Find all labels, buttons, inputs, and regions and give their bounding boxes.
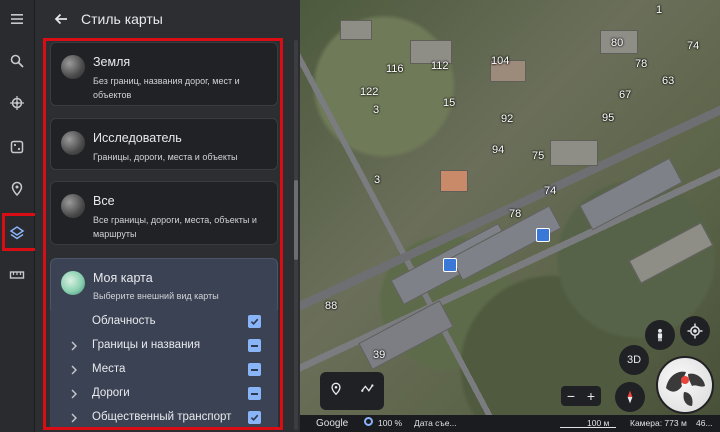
checkbox-partial[interactable] bbox=[248, 387, 261, 400]
style-card-explorer[interactable]: Исследователь Границы, дороги, места и о… bbox=[50, 118, 278, 170]
card-description: Без границ, названия дорог, мест и объек… bbox=[93, 76, 240, 100]
card-title: Все bbox=[93, 194, 115, 208]
option-public-transport[interactable]: Общественный транспорт bbox=[50, 406, 278, 428]
globe-navigator-icon[interactable] bbox=[656, 356, 714, 414]
house-number: 78 bbox=[509, 208, 522, 220]
card-description: Все границы, дороги, места, объекты и ма… bbox=[93, 215, 257, 239]
checkbox-partial[interactable] bbox=[248, 339, 261, 352]
google-logo: Google bbox=[316, 418, 349, 429]
building bbox=[628, 222, 714, 284]
app-window: Стиль карты Земля Без границ, названия д… bbox=[0, 0, 720, 432]
map-tools bbox=[320, 372, 384, 410]
bus-stop-icon[interactable] bbox=[536, 228, 550, 242]
panel-title: Стиль карты bbox=[81, 11, 163, 27]
house-number: 92 bbox=[501, 113, 514, 125]
load-progress: 100 % bbox=[378, 418, 403, 428]
globe-icon bbox=[61, 271, 85, 295]
bus-stop-icon[interactable] bbox=[443, 258, 457, 272]
house-number: 3 bbox=[373, 104, 380, 116]
search-icon[interactable] bbox=[0, 44, 34, 78]
house-number: 94 bbox=[492, 144, 505, 156]
card-title: Исследователь bbox=[93, 131, 182, 145]
card-description: Границы, дороги, места и объекты bbox=[93, 152, 238, 162]
zoom-out-button[interactable]: − bbox=[567, 388, 575, 404]
option-label: Места bbox=[92, 363, 126, 375]
dice-icon[interactable] bbox=[0, 130, 34, 164]
street-view-pegman-icon[interactable] bbox=[645, 320, 675, 350]
style-card-my-map[interactable]: Моя карта Выберите внешний вид карты bbox=[50, 258, 278, 310]
checkbox-checked[interactable] bbox=[248, 411, 261, 424]
menu-icon[interactable] bbox=[0, 2, 34, 36]
building bbox=[340, 20, 372, 40]
house-number: 88 bbox=[325, 300, 338, 312]
card-title: Моя карта bbox=[93, 271, 153, 285]
globe-icon bbox=[61, 131, 85, 155]
house-number: 67 bbox=[619, 89, 632, 101]
house-number: 74 bbox=[544, 185, 557, 197]
house-number: 80 bbox=[611, 37, 624, 49]
house-number: 74 bbox=[687, 40, 700, 52]
compass-icon[interactable] bbox=[615, 382, 645, 412]
building bbox=[440, 170, 468, 192]
toggle-3d-button[interactable]: 3D bbox=[619, 345, 649, 375]
house-number: 63 bbox=[662, 75, 675, 87]
option-places[interactable]: Места bbox=[50, 358, 278, 382]
scale-label: 100 м bbox=[587, 418, 610, 428]
house-number: 75 bbox=[532, 150, 545, 162]
imagery-date: Дата съе... bbox=[414, 418, 457, 428]
path-icon[interactable] bbox=[360, 382, 376, 401]
scrollbar-thumb[interactable] bbox=[294, 180, 298, 260]
camera-altitude: Камера: 773 м bbox=[630, 418, 687, 428]
location-pin-icon[interactable] bbox=[329, 382, 343, 401]
loading-progress-icon bbox=[364, 417, 373, 426]
house-number: 3 bbox=[374, 174, 381, 186]
checkbox-partial[interactable] bbox=[248, 363, 261, 376]
option-clouds[interactable]: Облачность bbox=[50, 310, 278, 334]
house-number: 15 bbox=[443, 97, 456, 109]
back-arrow-icon[interactable] bbox=[53, 11, 69, 27]
style-card-all[interactable]: Все Все границы, дороги, места, объекты … bbox=[50, 181, 278, 245]
voyager-wheel-icon[interactable] bbox=[0, 86, 34, 120]
option-roads[interactable]: Дороги bbox=[50, 382, 278, 406]
placemark-icon[interactable] bbox=[0, 172, 34, 206]
status-bar: Google 100 % Дата съе... 100 м Камера: 7… bbox=[300, 415, 720, 432]
card-description: Выберите внешний вид карты bbox=[93, 291, 219, 301]
style-card-earth[interactable]: Земля Без границ, названия дорог, мест и… bbox=[50, 42, 278, 106]
card-title: Земля bbox=[93, 55, 131, 69]
globe-icon bbox=[61, 55, 85, 79]
house-number: 104 bbox=[491, 55, 510, 67]
option-borders-labels[interactable]: Границы и названия bbox=[50, 334, 278, 358]
chevron-right-icon[interactable] bbox=[70, 364, 78, 376]
option-label: Дороги bbox=[92, 387, 130, 399]
house-number: 78 bbox=[635, 58, 648, 70]
layers-highlight-box bbox=[2, 213, 38, 251]
satellite-map[interactable]: 1 80 74 116 112 104 78 122 15 63 67 3 92… bbox=[300, 0, 720, 432]
checkbox-checked[interactable] bbox=[248, 315, 261, 328]
option-label: Общественный транспорт bbox=[92, 411, 232, 423]
house-number: 112 bbox=[431, 60, 449, 72]
chevron-right-icon[interactable] bbox=[70, 388, 78, 400]
chevron-right-icon[interactable] bbox=[70, 412, 78, 424]
house-number: 116 bbox=[386, 63, 404, 75]
chevron-right-icon[interactable] bbox=[70, 340, 78, 352]
house-number: 1 bbox=[656, 4, 663, 16]
my-location-icon[interactable] bbox=[680, 316, 710, 346]
coordinates: 46... bbox=[696, 418, 713, 428]
house-number: 95 bbox=[602, 112, 615, 124]
ruler-icon[interactable] bbox=[0, 258, 34, 292]
building bbox=[579, 157, 683, 231]
option-label: Облачность bbox=[92, 315, 156, 327]
globe-icon bbox=[61, 194, 85, 218]
zoom-controls: − + bbox=[561, 386, 601, 406]
zoom-in-button[interactable]: + bbox=[587, 388, 595, 404]
house-number: 122 bbox=[360, 86, 379, 98]
house-number: 39 bbox=[373, 349, 386, 361]
building bbox=[550, 140, 598, 166]
option-label: Границы и названия bbox=[92, 339, 201, 351]
